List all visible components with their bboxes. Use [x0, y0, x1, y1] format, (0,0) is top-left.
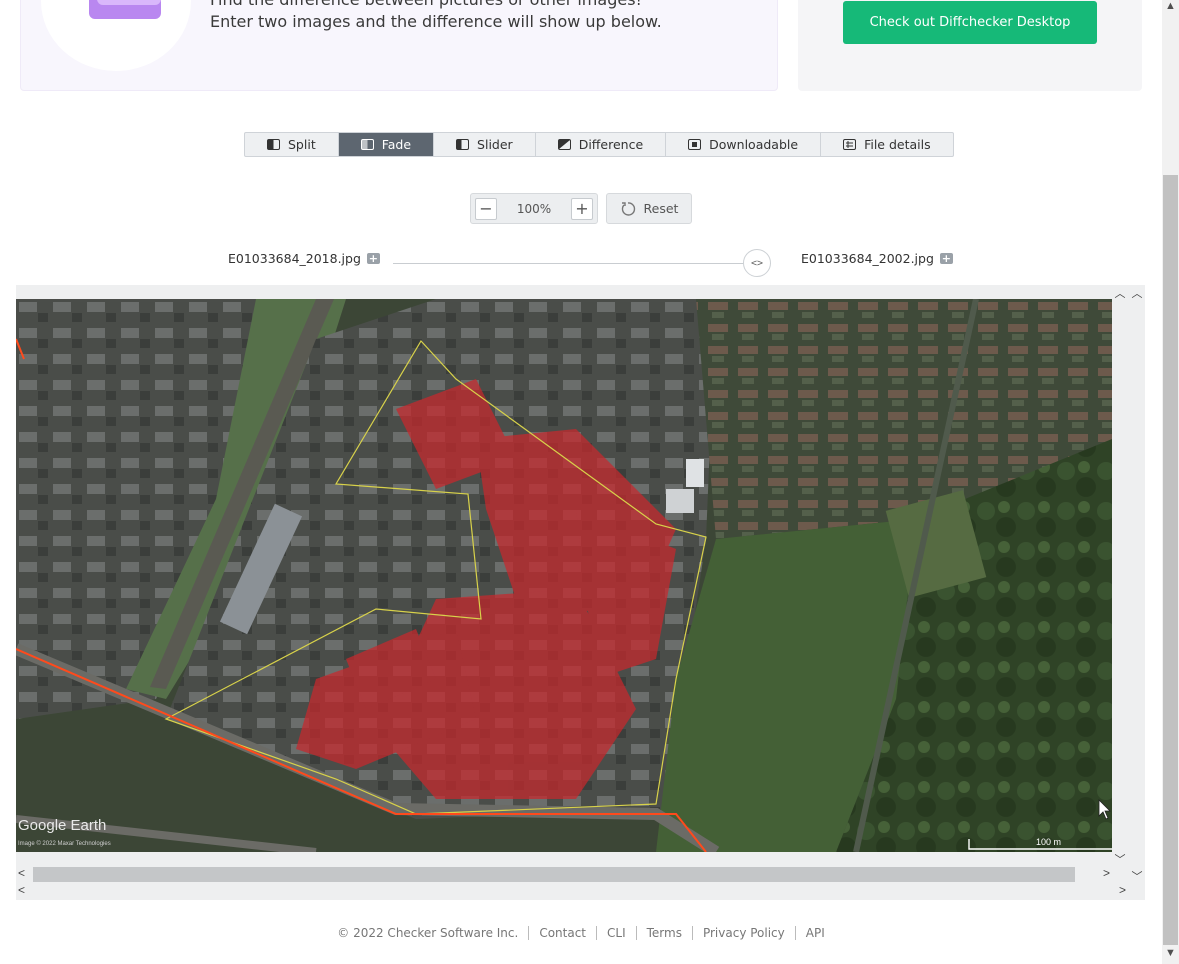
original-file-label: E01033684_2018.jpg — [228, 251, 361, 266]
desktop-promo-card: Check out Diffchecker Desktop — [798, 0, 1142, 91]
footer-link-terms[interactable]: Terms — [637, 926, 693, 940]
footer-link-cli[interactable]: CLI — [597, 926, 637, 940]
intro-text: Find the difference between pictures or … — [210, 0, 662, 33]
desktop-promo-button[interactable]: Check out Diffchecker Desktop — [843, 1, 1097, 44]
outer-horizontal-scrollbar[interactable]: < > — [16, 883, 1128, 900]
tab-split[interactable]: Split — [245, 133, 339, 156]
footer-link-contact[interactable]: Contact — [529, 926, 598, 940]
tab-slider[interactable]: Slider — [434, 133, 536, 156]
footer-link-privacy[interactable]: Privacy Policy — [693, 926, 796, 940]
fade-slider-track[interactable] — [393, 263, 771, 264]
changed-file-label: E01033684_2002.jpg — [801, 251, 934, 266]
original-file-name: E01033684_2018.jpg + — [228, 251, 380, 266]
reset-icon — [621, 201, 635, 216]
outer-scroll-up-arrow[interactable]: ︿ — [1131, 285, 1143, 300]
tab-file-details[interactable]: File details — [821, 133, 953, 156]
fade-slider-handle[interactable]: <> — [743, 249, 771, 277]
tab-file-details-label: File details — [864, 137, 931, 152]
footer-link-api[interactable]: API — [796, 926, 835, 940]
cursor-icon — [1098, 799, 1111, 820]
inner-scroll-thumb[interactable] — [33, 867, 1075, 882]
inner-scroll-left-arrow[interactable]: < — [18, 866, 25, 880]
split-icon — [267, 139, 280, 150]
scale-label: 100 m — [1036, 837, 1062, 847]
imagery-credit: Image © 2022 Maxar Technologies — [18, 841, 111, 847]
intro-line-2: Enter two images and the difference will… — [210, 12, 662, 31]
intro-card: Find the difference between pictures or … — [20, 0, 778, 91]
tab-downloadable[interactable]: Downloadable — [666, 133, 822, 156]
satellite-image[interactable]: Google Earth Image © 2022 Maxar Technolo… — [16, 299, 1112, 852]
footer: © 2022 Checker Software Inc. Contact CLI… — [0, 926, 1162, 940]
reset-zoom-button[interactable]: Reset — [606, 193, 692, 224]
image-compare-icon — [89, 0, 161, 19]
downloadable-icon — [688, 139, 702, 150]
google-earth-watermark: Google Earth — [18, 817, 107, 834]
view-mode-tabs: Split Fade Slider Difference Downloadabl… — [244, 132, 954, 157]
inner-scroll-down-arrow[interactable]: ﹀ — [1114, 851, 1126, 866]
slider-icon — [456, 139, 470, 150]
fade-icon — [360, 139, 374, 150]
page-scroll-up-arrow[interactable]: ▲ — [1165, 0, 1176, 12]
tab-difference[interactable]: Difference — [536, 133, 667, 156]
tab-fade-label: Fade — [381, 137, 412, 152]
tab-fade[interactable]: Fade — [338, 133, 435, 156]
add-changed-icon[interactable]: + — [939, 253, 953, 264]
inner-horizontal-scrollbar[interactable]: < > — [16, 866, 1112, 883]
page-scrollbar[interactable]: ▲ ▼ — [1162, 0, 1179, 964]
outer-scroll-left-arrow[interactable]: < — [18, 883, 25, 897]
inner-scroll-right-arrow[interactable]: > — [1103, 866, 1110, 880]
inner-scroll-up-arrow[interactable]: ︿ — [1114, 285, 1126, 300]
add-original-icon[interactable]: + — [366, 253, 380, 264]
tab-downloadable-label: Downloadable — [709, 137, 799, 152]
footer-copyright: © 2022 Checker Software Inc. — [327, 926, 530, 940]
intro-line-1: Find the difference between pictures or … — [210, 0, 662, 11]
reset-label: Reset — [643, 201, 679, 216]
difference-icon — [557, 139, 571, 150]
outer-scroll-right-arrow[interactable]: > — [1119, 883, 1126, 897]
changed-file-name: E01033684_2002.jpg + — [801, 251, 953, 266]
zoom-level: 100% — [516, 201, 552, 216]
file-details-icon — [843, 139, 857, 150]
page-scroll-down-arrow[interactable]: ▼ — [1165, 947, 1176, 959]
tab-slider-label: Slider — [477, 137, 513, 152]
zoom-out-button[interactable]: − — [475, 197, 497, 220]
zoom-in-button[interactable]: + — [571, 197, 593, 220]
outer-scroll-down-arrow[interactable]: ﹀ — [1131, 868, 1143, 883]
page-scroll-thumb[interactable] — [1163, 175, 1178, 945]
tab-difference-label: Difference — [578, 137, 644, 152]
zoom-control: − 100% + — [470, 193, 598, 224]
tab-split-label: Split — [288, 137, 316, 152]
aerial-photo — [16, 299, 1112, 852]
